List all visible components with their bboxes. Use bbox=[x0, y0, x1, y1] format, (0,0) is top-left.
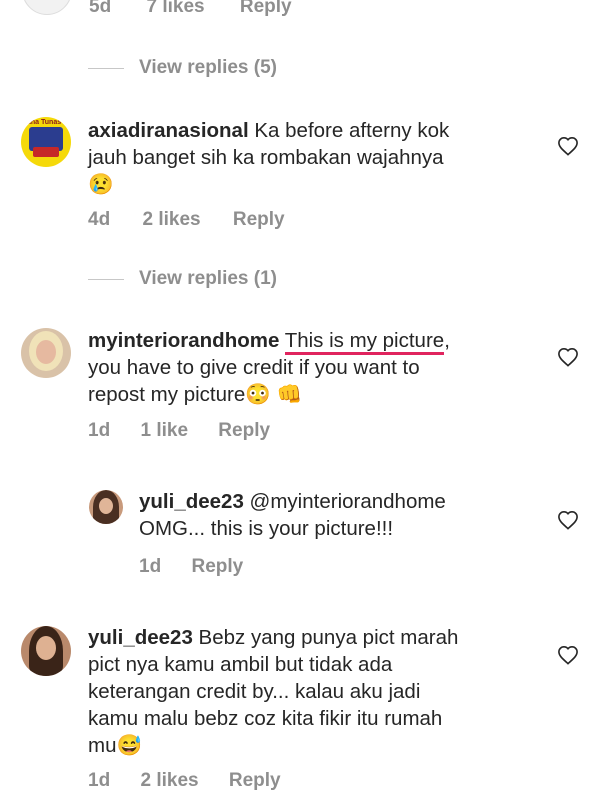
comment-text: keterangan credit by... kalau aku jadi bbox=[88, 680, 421, 703]
comment-body: myinteriorandhome This is my picture, yo… bbox=[88, 327, 558, 408]
avatar-image bbox=[99, 498, 113, 514]
comment-meta: 4d 2 likes Reply bbox=[88, 209, 285, 231]
reply-button[interactable]: Reply bbox=[229, 770, 281, 791]
comment-text: Ka before afterny kok bbox=[254, 119, 450, 142]
comment-text: Bebz yang punya pict marah bbox=[198, 626, 459, 649]
comment-time: 1d bbox=[88, 420, 111, 441]
avatar-image bbox=[33, 147, 59, 157]
comment-meta: 1d 2 likes Reply bbox=[88, 770, 281, 792]
comment-username[interactable]: yuli_dee23 bbox=[139, 490, 244, 513]
view-replies-button[interactable]: View replies (1) bbox=[88, 268, 277, 290]
comment-text: OMG... this is your picture!!! bbox=[139, 517, 394, 540]
emoji: 😢 bbox=[88, 173, 114, 196]
likes-link[interactable]: 2 likes bbox=[140, 770, 198, 791]
view-replies-label[interactable]: View replies (1) bbox=[139, 268, 277, 290]
comment-time: 1d bbox=[88, 770, 111, 791]
comment-meta: 1d Reply bbox=[139, 556, 243, 578]
comment-text: , bbox=[444, 329, 450, 352]
highlighted-text: This is my picture bbox=[284, 329, 445, 355]
reply-button[interactable]: Reply bbox=[240, 0, 292, 17]
avatar[interactable]: ana Tunas bbox=[21, 117, 71, 167]
comment-meta: 1d 1 like Reply bbox=[88, 420, 270, 442]
comment-text: kamu malu bebz coz kita fikir itu rumah bbox=[88, 707, 443, 730]
comment-meta-top: 5d 7 likes Reply bbox=[89, 0, 292, 18]
comment-text: you have to give credit if you want to bbox=[88, 356, 420, 379]
heart-icon[interactable] bbox=[557, 510, 579, 530]
divider bbox=[88, 67, 124, 69]
comment-body: yuli_dee23 @myinteriorandhome OMG... thi… bbox=[139, 488, 559, 542]
comment-text: repost my picture bbox=[88, 383, 246, 406]
comment-username[interactable]: myinteriorandhome bbox=[88, 329, 279, 352]
comment-username[interactable]: axiadiranasional bbox=[88, 119, 249, 142]
emoji: 😳 👊 bbox=[245, 383, 302, 406]
divider bbox=[88, 278, 124, 280]
mention-link[interactable]: @myinteriorandhome bbox=[250, 490, 446, 513]
heart-icon[interactable] bbox=[557, 645, 579, 665]
comment-text: jauh banget sih ka rombakan wajahnya bbox=[88, 146, 444, 169]
comment-time: 1d bbox=[139, 556, 162, 577]
reply-button[interactable]: Reply bbox=[218, 420, 270, 441]
likes-link[interactable]: 2 likes bbox=[142, 209, 200, 230]
reply-button[interactable]: Reply bbox=[233, 209, 285, 230]
view-replies-button[interactable]: View replies (5) bbox=[88, 57, 277, 79]
avatar[interactable] bbox=[21, 328, 71, 378]
comment-username[interactable]: yuli_dee23 bbox=[88, 626, 193, 649]
comment-time: 4d bbox=[88, 209, 111, 230]
likes-link[interactable]: 1 like bbox=[140, 420, 188, 441]
avatar-image bbox=[36, 340, 56, 364]
avatar-logo-text: ana Tunas bbox=[27, 119, 62, 126]
avatar[interactable] bbox=[21, 626, 71, 676]
avatar[interactable] bbox=[89, 490, 123, 524]
avatar-image bbox=[36, 636, 56, 660]
comment-text: pict nya kamu ambil but tidak ada bbox=[88, 653, 393, 676]
view-replies-label[interactable]: View replies (5) bbox=[139, 57, 277, 79]
avatar-partial[interactable] bbox=[22, 0, 72, 15]
comment-body: yuli_dee23 Bebz yang punya pict marah pi… bbox=[88, 624, 558, 759]
comment-text: mu bbox=[88, 734, 117, 757]
emoji: 😅 bbox=[116, 734, 143, 757]
reply-button[interactable]: Reply bbox=[191, 556, 243, 577]
heart-icon[interactable] bbox=[557, 347, 579, 367]
comment-body: axiadiranasional Ka before afterny kok j… bbox=[88, 117, 558, 198]
likes-link[interactable]: 7 likes bbox=[146, 0, 204, 17]
heart-icon[interactable] bbox=[557, 136, 579, 156]
comment-time: 5d bbox=[89, 0, 112, 17]
